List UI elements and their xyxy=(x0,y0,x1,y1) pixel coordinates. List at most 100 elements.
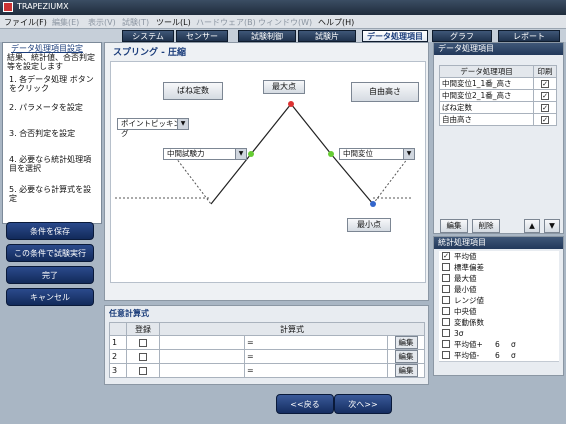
equals-sign: = xyxy=(247,352,254,361)
tab-bar: システム センサー 試験制御 試験片 データ処理項目 グラフ レポート xyxy=(0,29,566,42)
stat-checkbox[interactable] xyxy=(442,263,450,271)
stat-label: レンジ値 xyxy=(454,296,484,305)
test-diagram-panel: スプリング - 圧縮 ばね定数 最大点 自由高さ ポイントピッキング ▼ 中間試… xyxy=(104,42,429,301)
menu-help[interactable]: ヘルプ(H) xyxy=(318,17,354,28)
stat-label: 変動係数 xyxy=(454,318,484,327)
canvas-title: スプリング - 圧縮 xyxy=(113,48,187,58)
table-row[interactable]: ばね定数 ✓ xyxy=(439,101,557,114)
print-checkbox[interactable]: ✓ xyxy=(541,116,549,124)
max-point-marker xyxy=(288,101,294,107)
run-test-button[interactable]: この条件で試験実行 xyxy=(6,244,94,262)
move-down-button[interactable]: ▼ xyxy=(544,219,560,233)
max-point-button[interactable]: 最大点 xyxy=(263,80,305,94)
back-button[interactable]: <<戻る xyxy=(276,394,334,414)
chevron-down-icon: ▼ xyxy=(177,119,188,129)
stat-checkbox[interactable] xyxy=(442,307,450,315)
table-row: 2 = 編集 xyxy=(109,349,425,364)
item-name: ばね定数 xyxy=(439,101,534,114)
register-checkbox[interactable] xyxy=(139,366,147,375)
finish-button[interactable]: 完了 xyxy=(6,266,94,284)
app-title: TRAPEZIUMX xyxy=(17,2,69,11)
item-name: 自由高さ xyxy=(439,113,534,126)
dotted-right xyxy=(372,153,412,205)
free-height-button[interactable]: 自由高さ xyxy=(351,82,419,102)
register-checkbox[interactable] xyxy=(139,338,147,347)
tab-report[interactable]: レポート xyxy=(498,30,560,42)
formula-edit-button[interactable]: 編集 xyxy=(394,364,418,377)
formula-input[interactable]: = xyxy=(244,349,388,364)
chevron-down-icon: ▼ xyxy=(403,149,414,159)
sigma-multiplier-input[interactable]: 6 xyxy=(495,350,500,361)
spring-constant-button[interactable]: ばね定数 xyxy=(163,82,223,100)
table-row[interactable]: 自由高さ ✓ xyxy=(439,113,557,126)
menu-view[interactable]: 表示(V) xyxy=(88,17,116,28)
formula-input[interactable]: = xyxy=(244,363,388,378)
stat-label: 平均値 xyxy=(454,252,477,261)
stat-checkbox[interactable] xyxy=(442,329,450,337)
menu-test[interactable]: 試験(T) xyxy=(122,17,149,28)
stat-item[interactable]: 平均値- 6 σ xyxy=(439,350,559,362)
delete-item-button[interactable]: 削除 xyxy=(472,219,500,233)
edit-item-button[interactable]: 編集 xyxy=(440,219,468,233)
min-point-button[interactable]: 最小点 xyxy=(347,218,391,232)
move-up-button[interactable]: ▲ xyxy=(524,219,540,233)
min-point-marker xyxy=(370,201,376,207)
stat-checkbox[interactable] xyxy=(442,285,450,293)
stat-label: 最小値 xyxy=(454,285,477,294)
app-icon xyxy=(3,2,13,12)
stat-checkbox[interactable] xyxy=(442,274,450,282)
menu-window[interactable]: ウィンドウ(W) xyxy=(258,17,312,28)
save-conditions-button[interactable]: 条件を保存 xyxy=(6,222,94,240)
formula-input[interactable]: = xyxy=(244,335,388,350)
sigma-multiplier-input[interactable]: 6 xyxy=(495,339,500,350)
mid-load-value: 中間試験力 xyxy=(167,149,205,158)
stat-label: 標準偏差 xyxy=(454,263,484,272)
mid-point-marker-1 xyxy=(248,151,254,157)
menu-edit[interactable]: 編集(E) xyxy=(52,17,79,28)
register-checkbox[interactable] xyxy=(139,352,147,361)
tab-sensor[interactable]: センサー xyxy=(176,30,228,42)
chevron-down-icon: ▼ xyxy=(235,149,246,159)
stat-checkbox[interactable] xyxy=(442,351,450,359)
tab-test-control[interactable]: 試験制御 xyxy=(238,30,296,42)
mid-disp-dropdown[interactable]: 中間変位 ▼ xyxy=(339,148,415,160)
formula-edit-button[interactable]: 編集 xyxy=(394,350,418,363)
stat-checkbox[interactable] xyxy=(442,318,450,326)
print-checkbox[interactable]: ✓ xyxy=(541,92,549,100)
tab-graph[interactable]: グラフ xyxy=(432,30,492,42)
guide-step-2: 2. パラメータを設定 xyxy=(9,103,83,112)
left-panel: データ処理項目設定 結果、統計値、合否判定等を設定します 1. 各データ処理 ボ… xyxy=(0,42,102,424)
stat-label: 中央値 xyxy=(454,307,477,316)
menu-tools[interactable]: ツール(L) xyxy=(156,17,191,28)
row-number: 1 xyxy=(109,335,127,350)
diagram-area: ばね定数 最大点 自由高さ ポイントピッキング ▼ 中間試験力 ▼ 中間変位 ▼… xyxy=(110,61,426,283)
stat-checkbox[interactable] xyxy=(442,296,450,304)
table-row: 1 = 編集 xyxy=(109,335,425,350)
point-picking-dropdown[interactable]: ポイントピッキング ▼ xyxy=(117,118,189,138)
stat-checkbox[interactable] xyxy=(442,340,450,348)
formula-title: 任意計算式 xyxy=(109,309,149,318)
guide-step-5: 5. 必要なら計算式を設定 xyxy=(9,185,92,203)
print-checkbox[interactable]: ✓ xyxy=(541,104,549,112)
table-row[interactable]: 中間変位1_1番_高さ ✓ xyxy=(439,77,557,90)
stat-label: 平均値- xyxy=(454,351,480,360)
tab-specimen[interactable]: 試験片 xyxy=(298,30,356,42)
formula-edit-button[interactable]: 編集 xyxy=(394,336,418,349)
menu-file[interactable]: ファイル(F) xyxy=(4,17,47,28)
tab-data-processing[interactable]: データ処理項目 xyxy=(362,30,428,42)
item-name: 中間変位1_1番_高さ xyxy=(439,77,534,90)
table-row[interactable]: 中間変位2_1番_高さ ✓ xyxy=(439,89,557,102)
data-items-panel: データ処理項目 データ処理項目 印刷 中間変位1_1番_高さ ✓ 中間変位2_1… xyxy=(433,42,564,234)
mid-load-dropdown[interactable]: 中間試験力 ▼ xyxy=(163,148,247,160)
stat-checkbox[interactable]: ✓ xyxy=(442,252,450,260)
item-header: データ処理項目 xyxy=(439,65,534,78)
cancel-button[interactable]: キャンセル xyxy=(6,288,94,306)
stat-label: 最大値 xyxy=(454,274,477,283)
guide-step-4: 4. 必要なら統計処理項目を選択 xyxy=(9,155,92,173)
next-button[interactable]: 次へ>> xyxy=(334,394,392,414)
tab-system[interactable]: システム xyxy=(122,30,174,42)
print-header: 印刷 xyxy=(533,65,557,78)
print-checkbox[interactable]: ✓ xyxy=(541,80,549,88)
menu-hardware[interactable]: ハードウェア(B) xyxy=(196,17,256,28)
data-items-table: データ処理項目 印刷 中間変位1_1番_高さ ✓ 中間変位2_1番_高さ ✓ ば… xyxy=(439,65,557,126)
